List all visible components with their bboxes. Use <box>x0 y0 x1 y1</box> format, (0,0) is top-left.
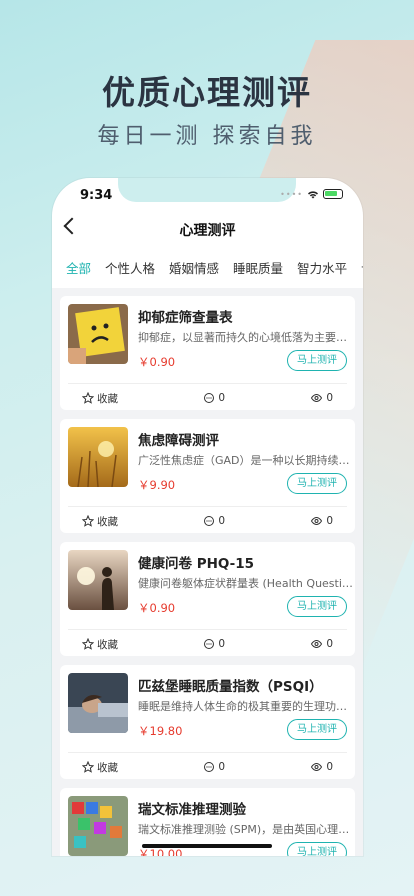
comment-count: 0 <box>218 515 225 527</box>
tab-marriage[interactable]: 婚姻情感 <box>169 254 219 286</box>
view-count: 0 <box>326 638 333 650</box>
eye-icon <box>311 639 323 649</box>
test-card[interactable]: 抑郁症筛查量表 抑郁症，以显著而持久的心境低落为主要临... ￥0.90 马上测… <box>60 296 356 410</box>
tab-all[interactable]: 全部 <box>66 254 91 286</box>
tab-sleep[interactable]: 睡眠质量 <box>233 254 283 286</box>
wifi-icon <box>308 190 318 198</box>
comment-action[interactable]: 0 <box>203 759 225 775</box>
card-price: ￥9.90 <box>138 478 176 492</box>
silhouette-sunset-image <box>68 550 128 610</box>
comment-action[interactable]: 0 <box>203 636 225 652</box>
start-test-button[interactable]: 马上测评 <box>287 719 347 740</box>
nav-bar: 心理测评 <box>52 214 363 244</box>
views-info: 0 <box>310 636 333 652</box>
tab-more[interactable]: 认 <box>361 254 363 286</box>
eye-icon <box>311 516 323 526</box>
card-title: 匹兹堡睡眠质量指数（PSQI） <box>138 679 323 695</box>
divider <box>68 506 347 507</box>
start-test-button[interactable]: 马上测评 <box>287 596 347 617</box>
test-card[interactable]: 焦虑障碍测评 广泛性焦虑症（GAD）是一种以长期持续紧... ￥9.90 马上测… <box>60 419 356 533</box>
status-time: 9:34 <box>80 188 113 203</box>
favorite-action[interactable]: 收藏 <box>82 759 118 775</box>
tab-personality[interactable]: 个性人格 <box>105 254 155 286</box>
comment-count: 0 <box>218 761 225 773</box>
favorite-action[interactable]: 收藏 <box>82 513 118 529</box>
card-footer: 收藏 0 0 <box>60 390 355 406</box>
star-icon <box>82 761 94 773</box>
card-description: 健康问卷躯体症状群量表 (Health Questionn... <box>138 577 356 590</box>
views-info: 0 <box>310 759 333 775</box>
comment-action[interactable]: 0 <box>203 390 225 406</box>
tab-intelligence[interactable]: 智力水平 <box>297 254 347 286</box>
comment-icon <box>204 639 215 649</box>
test-card[interactable]: 健康问卷 PHQ-15 健康问卷躯体症状群量表 (Health Question… <box>60 542 356 656</box>
view-count: 0 <box>326 515 333 527</box>
view-count: 0 <box>326 392 333 404</box>
comment-count: 0 <box>218 392 225 404</box>
signal-icon: •••• <box>280 189 303 199</box>
favorite-label: 收藏 <box>97 515 118 528</box>
card-description: 瑞文标准推理测验 (SPM)，是由英国心理学... <box>138 823 356 836</box>
start-test-button[interactable]: 马上测评 <box>287 350 347 371</box>
star-icon <box>82 515 94 527</box>
star-icon <box>82 638 94 650</box>
views-info: 0 <box>310 513 333 529</box>
comment-icon <box>204 516 215 526</box>
comment-count: 0 <box>218 638 225 650</box>
comment-action[interactable]: 0 <box>203 513 225 529</box>
card-footer: 收藏 0 0 <box>60 759 355 775</box>
favorite-label: 收藏 <box>97 392 118 405</box>
divider <box>68 752 347 753</box>
card-description: 抑郁症，以显著而持久的心境低落为主要临... <box>138 331 356 344</box>
status-icons: •••• <box>280 189 343 199</box>
card-description: 睡眠是维持人体生命的极其重要的生理功能... <box>138 700 356 713</box>
views-info: 0 <box>310 390 333 406</box>
divider <box>68 383 347 384</box>
sad-sticky-note-image <box>68 304 128 364</box>
phone-notch <box>118 178 296 202</box>
card-description: 广泛性焦虑症（GAD）是一种以长期持续紧... <box>138 454 356 467</box>
battery-icon <box>323 189 343 199</box>
card-title: 焦虑障碍测评 <box>138 433 219 449</box>
eye-icon <box>311 393 323 403</box>
phone-frame: 9:34 •••• 心理测评 全部 个性人格 婚姻情感 睡眠质量 智力水平 认 <box>52 178 363 856</box>
card-price: ￥0.90 <box>138 355 176 369</box>
test-card[interactable]: 匹兹堡睡眠质量指数（PSQI） 睡眠是维持人体生命的极其重要的生理功能... ￥… <box>60 665 356 779</box>
card-footer: 收藏 0 0 <box>60 636 355 652</box>
favorite-label: 收藏 <box>97 761 118 774</box>
card-footer: 收藏 0 0 <box>60 513 355 529</box>
card-price: ￥0.90 <box>138 601 176 615</box>
hero-subtitle: 每日一测 探索自我 <box>97 124 317 149</box>
start-test-button[interactable]: 马上测评 <box>287 842 347 856</box>
page-title: 心理测评 <box>179 223 236 239</box>
favorite-action[interactable]: 收藏 <box>82 636 118 652</box>
colorful-puzzle-image <box>68 796 128 856</box>
test-list: 抑郁症筛查量表 抑郁症，以显著而持久的心境低落为主要临... ￥0.90 马上测… <box>52 288 363 856</box>
sunset-grass-image <box>68 427 128 487</box>
sleeping-person-image <box>68 673 128 733</box>
divider <box>68 629 347 630</box>
star-icon <box>82 392 94 404</box>
eye-icon <box>311 762 323 772</box>
category-tabs: 全部 个性人格 婚姻情感 睡眠质量 智力水平 认 <box>52 254 363 286</box>
card-title: 抑郁症筛查量表 <box>138 310 233 326</box>
comment-icon <box>204 393 215 403</box>
card-title: 健康问卷 PHQ-15 <box>138 556 255 572</box>
view-count: 0 <box>326 761 333 773</box>
home-indicator <box>142 844 272 848</box>
hero-title: 优质心理测评 <box>102 73 312 112</box>
comment-icon <box>204 762 215 772</box>
favorite-action[interactable]: 收藏 <box>82 390 118 406</box>
favorite-label: 收藏 <box>97 638 118 651</box>
card-price: ￥19.80 <box>138 724 183 738</box>
card-title: 瑞文标准推理测验 <box>138 802 246 818</box>
start-test-button[interactable]: 马上测评 <box>287 473 347 494</box>
